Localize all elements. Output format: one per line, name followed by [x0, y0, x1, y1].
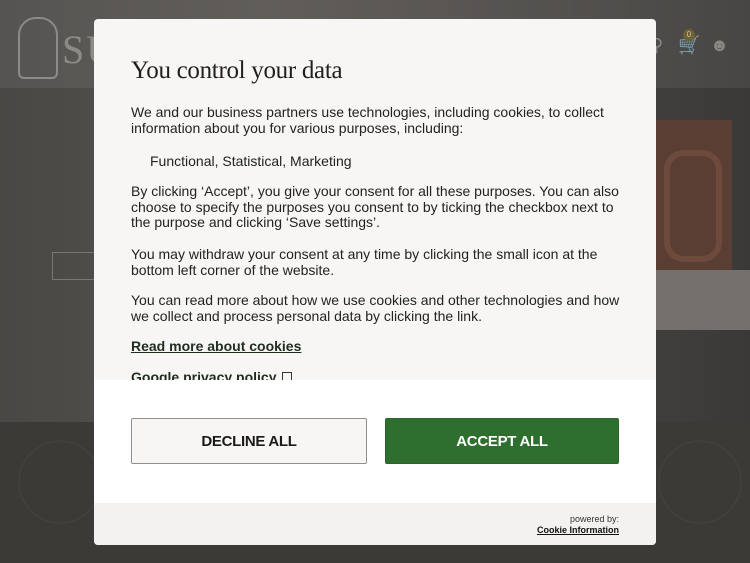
- cart-count-badge: 0: [683, 29, 695, 41]
- site-logo-icon: [18, 17, 58, 79]
- read-more-text: You can read more about how we use cooki…: [131, 292, 620, 324]
- external-link-icon: [281, 372, 292, 380]
- read-more-cookies-link[interactable]: Read more about cookies: [131, 338, 301, 354]
- withdraw-text: You may withdraw your consent at any tim…: [131, 246, 598, 278]
- dialog-title: You control your data: [131, 57, 343, 84]
- consent-text: By clicking ‘Accept’, you give your cons…: [131, 183, 619, 230]
- hero-button[interactable]: [52, 252, 98, 280]
- accept-all-button[interactable]: ACCEPT ALL: [385, 418, 619, 464]
- decline-all-button[interactable]: DECLINE ALL: [131, 418, 367, 464]
- user-icon[interactable]: ☻: [710, 35, 729, 56]
- cookie-consent-dialog: You control your data We and our busines…: [94, 19, 656, 545]
- purposes-list: Functional, Statistical, Marketing: [150, 153, 352, 169]
- intro-text: We and our business partners use technol…: [131, 104, 604, 136]
- powered-by-label: powered by:: [569, 514, 619, 524]
- dialog-footer: [94, 503, 656, 545]
- consent-scroll-area[interactable]: You control your data We and our busines…: [94, 19, 656, 380]
- google-privacy-link-label: Google privacy policy: [131, 369, 277, 380]
- mug-handle-image: [664, 150, 722, 262]
- cookie-information-link[interactable]: Cookie Information: [537, 525, 619, 535]
- google-privacy-link[interactable]: Google privacy policy: [131, 369, 292, 380]
